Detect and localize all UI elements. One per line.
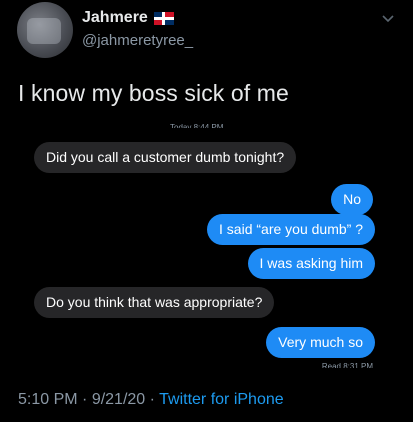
avatar-image xyxy=(27,18,61,44)
display-name[interactable]: Jahmere xyxy=(82,9,148,27)
user-handle[interactable]: @jahmeretyree_ xyxy=(82,32,193,49)
tweet-time[interactable]: 5:10 PM xyxy=(18,391,78,408)
outgoing-message: I said “are you dumb” ? xyxy=(207,214,375,245)
tweet-text: I know my boss sick of me xyxy=(18,80,289,106)
outgoing-message: I was asking him xyxy=(247,248,375,279)
avatar[interactable] xyxy=(17,2,73,58)
message-timestamp: Today 8:44 PM xyxy=(170,123,224,128)
tweet-date[interactable]: 9/21/20 xyxy=(92,391,145,408)
outgoing-message: Very much so xyxy=(266,327,375,358)
incoming-message: Did you call a customer dumb tonight? xyxy=(34,142,297,173)
tweet-meta: 5:10 PM · 9/21/20 · Twitter for iPhone xyxy=(18,391,284,409)
dominican-republic-flag-icon xyxy=(153,11,174,25)
display-name-row[interactable]: Jahmere xyxy=(82,9,174,27)
tweet-source[interactable]: Twitter for iPhone xyxy=(159,391,284,408)
read-receipt: Read 8:31 PM xyxy=(321,363,373,368)
meta-separator: · xyxy=(145,391,160,408)
outgoing-message: No xyxy=(331,184,373,215)
incoming-message: Do you think that was appropriate? xyxy=(34,287,275,318)
meta-separator: · xyxy=(77,391,92,408)
chevron-down-icon[interactable] xyxy=(381,12,395,26)
